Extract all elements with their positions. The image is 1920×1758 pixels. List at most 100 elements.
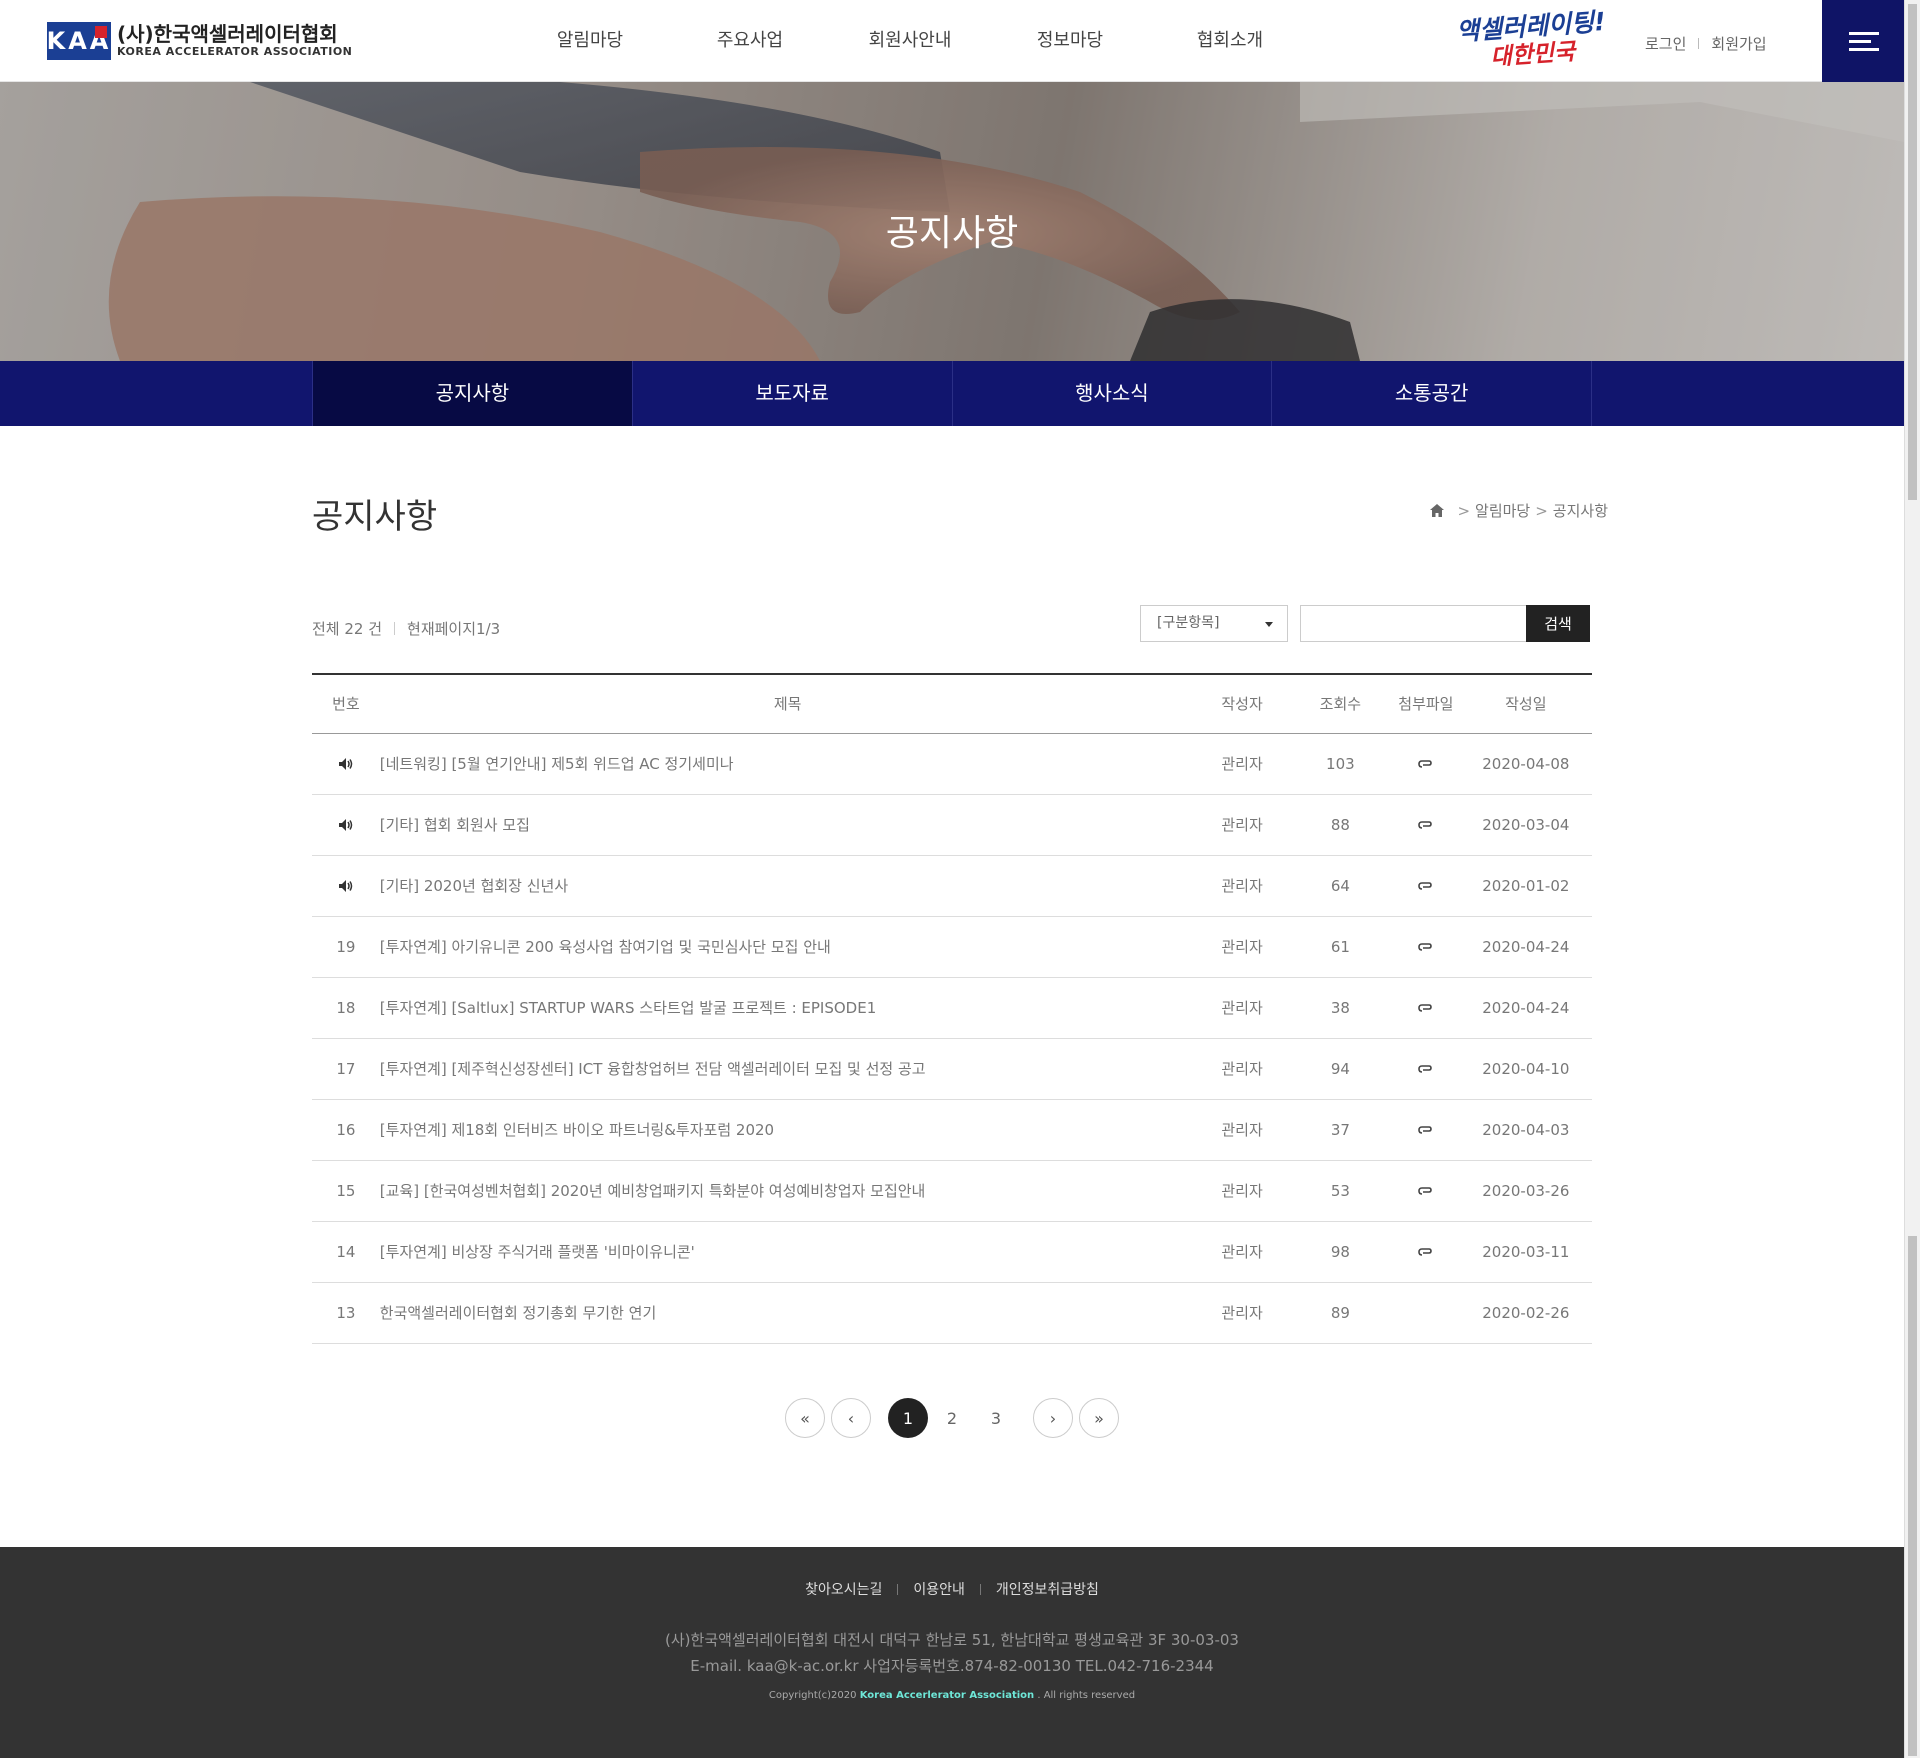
table-row[interactable]: [기타] 협회 회원사 모집 관리자 88 2020-03-04 <box>312 794 1592 856</box>
speaker-icon <box>338 819 353 831</box>
row-writer: 관리자 <box>1195 916 1289 978</box>
table-row[interactable]: 18 [투자연계] [Saltlux] STARTUP WARS 스타트업 발굴 … <box>312 977 1592 1039</box>
row-subject-link[interactable]: [투자연계] 아기유니콘 200 육성사업 참여기업 및 국민심사단 모집 안내 <box>380 938 831 956</box>
scrollbar-thumb-top[interactable] <box>1908 4 1917 500</box>
footer-link-directions[interactable]: 찾아오시는길 <box>805 1579 882 1599</box>
home-icon[interactable] <box>1430 504 1445 517</box>
site-footer: 찾아오시는길 이용안내 개인정보취급방침 (사)한국액셀러레이터협회 대전시 대… <box>0 1547 1904 1758</box>
table-row[interactable]: [기타] 2020년 협회장 신년사 관리자 64 2020-01-02 <box>312 855 1592 917</box>
footer-link-terms[interactable]: 이용안내 <box>913 1579 965 1599</box>
column-header-number: 번호 <box>312 673 380 734</box>
subnav-tab-press[interactable]: 보도자료 <box>633 361 953 426</box>
row-writer: 관리자 <box>1195 1221 1289 1283</box>
row-writer: 관리자 <box>1195 1038 1289 1100</box>
row-attachment[interactable] <box>1392 977 1460 1039</box>
table-row[interactable]: 19 [투자연계] 아기유니콘 200 육성사업 참여기업 및 국민심사단 모집 … <box>312 916 1592 978</box>
subnav-tab-events[interactable]: 행사소식 <box>953 361 1273 426</box>
divider <box>897 1583 899 1595</box>
page-scrollbar[interactable] <box>1904 0 1920 1758</box>
attachment-icon <box>1418 1126 1432 1134</box>
util-links: 로그인 회원가입 <box>1645 33 1767 54</box>
row-date: 2020-04-24 <box>1459 916 1592 978</box>
hamburger-icon <box>1849 32 1879 35</box>
row-attachment[interactable] <box>1392 794 1460 856</box>
login-link[interactable]: 로그인 <box>1645 33 1686 54</box>
row-subject-link[interactable]: [투자연계] 제18회 인터비즈 바이오 파트너링&투자포럼 2020 <box>380 1121 774 1139</box>
page-number-2[interactable]: 2 <box>932 1398 972 1438</box>
column-header-attachment: 첨부파일 <box>1392 673 1460 734</box>
breadcrumb-item[interactable]: 공지사항 <box>1553 500 1608 521</box>
row-date: 2020-04-10 <box>1459 1038 1592 1100</box>
row-number: 18 <box>312 977 380 1039</box>
nav-item-info[interactable]: 정보마당 <box>990 0 1150 82</box>
join-link[interactable]: 회원가입 <box>1711 33 1766 54</box>
hamburger-menu-button[interactable] <box>1822 0 1904 82</box>
prev-page-button[interactable]: ‹ <box>831 1398 871 1438</box>
attachment-icon <box>1418 1004 1432 1012</box>
row-subject-link[interactable]: [투자연계] 비상장 주식거래 플랫폼 '비마이유니콘' <box>380 1243 695 1261</box>
row-subject-link[interactable]: [기타] 2020년 협회장 신년사 <box>380 877 568 895</box>
row-attachment[interactable] <box>1392 1099 1460 1161</box>
row-attachment[interactable] <box>1392 855 1460 917</box>
row-number: 17 <box>312 1038 380 1100</box>
nav-item-business[interactable]: 주요사업 <box>670 0 830 82</box>
search-input[interactable] <box>1300 605 1526 642</box>
row-writer: 관리자 <box>1195 1282 1289 1344</box>
row-subject-link[interactable]: [기타] 협회 회원사 모집 <box>380 816 530 834</box>
subnav-tab-notices[interactable]: 공지사항 <box>313 361 633 426</box>
table-header-row: 번호 제목 작성자 조회수 첨부파일 작성일 <box>312 673 1592 734</box>
search-button[interactable]: 검색 <box>1526 605 1590 642</box>
table-row[interactable]: 13 한국액셀러레이터협회 정기총회 무기한 연기 관리자 89 2020-02-26 <box>312 1282 1592 1344</box>
nav-item-members[interactable]: 회원사안내 <box>830 0 990 82</box>
row-number: 14 <box>312 1221 380 1283</box>
row-attachment[interactable] <box>1392 1160 1460 1222</box>
table-row[interactable]: 17 [투자연계] [제주혁신성장센터] ICT 융합창업허브 전담 액셀러레이터… <box>312 1038 1592 1100</box>
divider <box>979 1583 981 1595</box>
first-page-button[interactable]: « <box>785 1398 825 1438</box>
subnav-tab-community[interactable]: 소통공간 <box>1272 361 1592 426</box>
row-subject-link[interactable]: [네트워킹] [5월 연기안내] 제5회 위드업 AC 정기세미나 <box>380 755 734 773</box>
row-attachment[interactable] <box>1392 1038 1460 1100</box>
site-logo[interactable]: KAA (사)한국액셀러레이터협회 KOREA ACCELERATOR ASSO… <box>47 22 352 60</box>
table-row[interactable]: 15 [교육] [한국여성벤처협회] 2020년 예비창업패키지 특화분야 여성예… <box>312 1160 1592 1222</box>
attachment-icon <box>1418 943 1432 951</box>
category-select[interactable]: [구분항목] <box>1140 605 1288 642</box>
hero-title: 공지사항 <box>885 213 1019 254</box>
row-attachment[interactable] <box>1392 916 1460 978</box>
page-number-3[interactable]: 3 <box>976 1398 1016 1438</box>
row-subject-link[interactable]: [투자연계] [제주혁신성장센터] ICT 융합창업허브 전담 액셀러레이터 모… <box>380 1060 926 1078</box>
scrollbar-thumb[interactable] <box>1908 1236 1917 1756</box>
footer-links: 찾아오시는길 이용안내 개인정보취급방침 <box>0 1579 1904 1599</box>
pagination: « ‹ 1 2 3 › » <box>0 1398 1904 1438</box>
attachment-icon <box>1418 1065 1432 1073</box>
row-attachment[interactable] <box>1392 733 1460 795</box>
last-page-button[interactable]: » <box>1079 1398 1119 1438</box>
row-subject-link[interactable]: 한국액셀러레이터협회 정기총회 무기한 연기 <box>380 1304 657 1322</box>
notice-board-table: 번호 제목 작성자 조회수 첨부파일 작성일 [네트워킹] [5월 연기안내] … <box>312 673 1592 1344</box>
nav-item-notices[interactable]: 알림마당 <box>510 0 670 82</box>
column-header-hits: 조회수 <box>1288 673 1393 734</box>
footer-address: (사)한국액셀러레이터협회 대전시 대덕구 한남로 51, 한남대학교 평생교육… <box>665 1631 1239 1649</box>
row-subject-link[interactable]: [교육] [한국여성벤처협회] 2020년 예비창업패키지 특화분야 여성예비창… <box>380 1182 926 1200</box>
hero-banner: 공지사항 <box>0 82 1904 361</box>
row-date: 2020-03-11 <box>1459 1221 1592 1283</box>
page-number-1[interactable]: 1 <box>888 1398 928 1438</box>
table-row[interactable]: 14 [투자연계] 비상장 주식거래 플랫폼 '비마이유니콘' 관리자 98 2020-… <box>312 1221 1592 1283</box>
row-writer: 관리자 <box>1195 1160 1289 1222</box>
row-attachment <box>1392 1282 1460 1344</box>
table-row[interactable]: 16 [투자연계] 제18회 인터비즈 바이오 파트너링&투자포럼 2020 관리자… <box>312 1099 1592 1161</box>
row-writer: 관리자 <box>1195 794 1289 856</box>
row-attachment[interactable] <box>1392 1221 1460 1283</box>
row-writer: 관리자 <box>1195 1099 1289 1161</box>
row-hits: 53 <box>1288 1160 1393 1222</box>
row-subject-link[interactable]: [투자연계] [Saltlux] STARTUP WARS 스타트업 발굴 프로… <box>380 999 876 1017</box>
footer-link-privacy[interactable]: 개인정보취급방침 <box>996 1579 1099 1599</box>
row-writer: 관리자 <box>1195 733 1289 795</box>
table-row[interactable]: [네트워킹] [5월 연기안내] 제5회 위드업 AC 정기세미나 관리자 103 2… <box>312 733 1592 795</box>
nav-item-about[interactable]: 협회소개 <box>1150 0 1310 82</box>
row-writer: 관리자 <box>1195 977 1289 1039</box>
next-page-button[interactable]: › <box>1033 1398 1073 1438</box>
row-date: 2020-04-03 <box>1459 1099 1592 1161</box>
breadcrumb-item[interactable]: 알림마당 <box>1475 500 1530 521</box>
chevron-right-icon: > <box>1535 501 1548 520</box>
